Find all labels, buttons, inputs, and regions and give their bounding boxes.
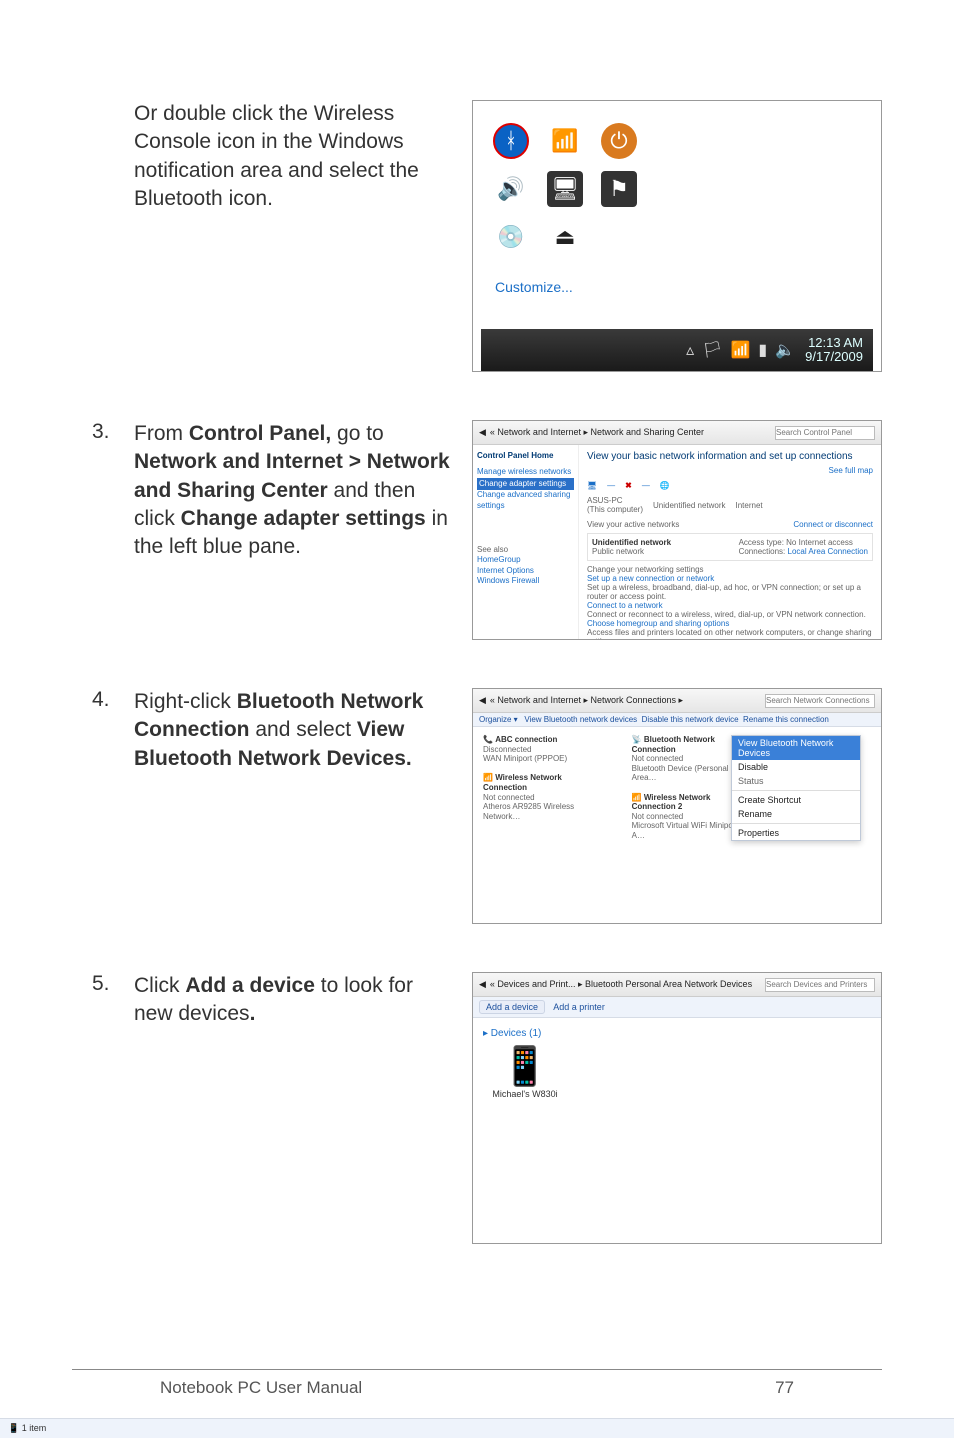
search-input[interactable] <box>765 978 875 992</box>
intro-text: Or double click the Wireless Console ico… <box>134 100 452 213</box>
pc-icon: 🖥 <box>587 481 597 490</box>
menu-shortcut[interactable]: Create Shortcut <box>732 793 860 807</box>
search-input[interactable] <box>775 426 875 440</box>
breadcrumb[interactable]: « Network and Internet ▸ Network Connect… <box>490 695 683 706</box>
tray-battery-icon[interactable]: ▮ <box>758 340 767 360</box>
tray-clock: 12:13 AM 9/17/2009 <box>805 336 863 365</box>
phone-icon: 📱 <box>501 1045 548 1089</box>
see-also-label: See also <box>477 545 574 555</box>
step-number: 5. <box>92 972 134 996</box>
link-setup-conn[interactable]: Set up a new connection or network <box>587 574 714 583</box>
link-advanced-sharing[interactable]: Change advanced sharing settings <box>477 490 574 511</box>
screenshot-tray: ᚼ 📶 ⏻ 🔊 🖥 ⚑ 💿 ⏏ Customize... ▵ 🏳 📶 ▮ 🔈 <box>472 100 882 372</box>
link-manage-wireless[interactable]: Manage wireless networks <box>477 467 574 477</box>
screenshot-network-connections: ◀ « Network and Internet ▸ Network Conne… <box>472 688 882 924</box>
tray-sound-icon[interactable]: 🔈 <box>775 340 795 360</box>
tray-flag-icon[interactable]: 🏳 <box>702 340 722 360</box>
tray-arrow-icon[interactable]: ▵ <box>686 340 694 360</box>
globe-icon: 🌐 <box>660 481 670 490</box>
screenshot-network-sharing: ◀ « Network and Internet ▸ Network and S… <box>472 420 882 640</box>
breadcrumb[interactable]: « Devices and Print... ▸ Bluetooth Perso… <box>490 979 752 990</box>
organize-menu[interactable]: Organize ▾ <box>479 715 518 724</box>
menu-status[interactable]: Status <box>732 774 860 788</box>
back-icon[interactable]: ◀ <box>479 979 486 990</box>
back-icon[interactable]: ◀ <box>479 695 486 706</box>
menu-properties[interactable]: Properties <box>732 826 860 840</box>
page-number: 77 <box>775 1378 794 1398</box>
add-device-button[interactable]: Add a device <box>479 1000 545 1014</box>
conn-abc[interactable]: 📞 ABC connectionDisconnectedWAN Miniport… <box>483 735 602 841</box>
link-connect-net[interactable]: Connect to a network <box>587 601 663 610</box>
screenshot-devices-printers: ◀ « Devices and Print... ▸ Bluetooth Per… <box>472 972 882 1244</box>
volume-icon: 🔊 <box>493 171 529 207</box>
menu-rename[interactable]: Rename <box>732 807 860 821</box>
panel-title: View your basic network information and … <box>587 451 873 462</box>
step4-text: Right-click Bluetooth Network Connection… <box>134 688 472 773</box>
link-fullmap[interactable]: See full map <box>587 466 873 475</box>
menu-disable[interactable]: Disable <box>732 760 860 774</box>
link-inet-options[interactable]: Internet Options <box>477 566 574 576</box>
footer-left: Notebook PC User Manual <box>160 1378 362 1398</box>
menu-view-bt-devices[interactable]: View Bluetooth Network Devices <box>732 736 860 760</box>
link-connect-disconnect[interactable]: Connect or disconnect <box>793 520 873 529</box>
cp-home[interactable]: Control Panel Home <box>477 451 574 461</box>
action-icon: ⚑ <box>601 171 637 207</box>
network-icon: 🖥 <box>547 171 583 207</box>
x-icon: ✖ <box>625 481 632 490</box>
tray-net-icon[interactable]: 📶 <box>731 340 751 360</box>
step3-text: From Control Panel, go to Network and In… <box>134 420 472 562</box>
eject-icon: ⏏ <box>547 219 583 255</box>
link-homegroup-opts[interactable]: Choose homegroup and sharing options <box>587 619 729 628</box>
disc-icon: 💿 <box>493 219 529 255</box>
context-menu: View Bluetooth Network Devices Disable S… <box>731 735 861 841</box>
step-number: 4. <box>92 688 134 712</box>
devices-category[interactable]: ▸ Devices (1) <box>483 1028 871 1039</box>
link-firewall[interactable]: Windows Firewall <box>477 576 574 586</box>
breadcrumb[interactable]: « Network and Internet ▸ Network and Sha… <box>490 427 704 438</box>
step-number: 3. <box>92 420 134 444</box>
bluetooth-icon: ᚼ <box>493 123 529 159</box>
back-icon[interactable]: ◀ <box>479 427 486 438</box>
power-icon: ⏻ <box>601 123 637 159</box>
wireless-icon: 📶 <box>547 123 583 159</box>
search-input[interactable] <box>765 694 875 708</box>
link-homegroup[interactable]: HomeGroup <box>477 555 574 565</box>
step5-text: Click Add a device to look for new devic… <box>134 972 472 1029</box>
device-item[interactable]: 📱 Michael's W830i <box>483 1045 567 1099</box>
add-printer-button[interactable]: Add a printer <box>553 1002 605 1012</box>
customize-link[interactable]: Customize... <box>495 279 873 295</box>
link-change-adapter[interactable]: Change adapter settings <box>477 478 574 490</box>
taskbar: ▵ 🏳 📶 ▮ 🔈 12:13 AM 9/17/2009 <box>481 329 873 371</box>
